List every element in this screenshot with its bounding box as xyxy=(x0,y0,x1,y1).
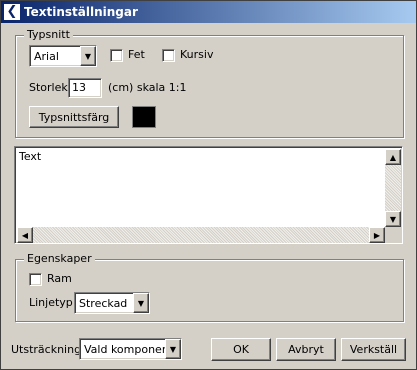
title-bar[interactable]: ❮ Textinställningar xyxy=(1,1,416,23)
chevron-down-icon[interactable]: ▼ xyxy=(80,46,96,66)
scrollbar-corner xyxy=(385,227,401,243)
text-area[interactable]: Text ▲ ▼ ◀ ▶ xyxy=(14,146,403,244)
size-input[interactable]: 13 xyxy=(68,78,102,98)
arrow-right-icon[interactable]: ▶ xyxy=(369,227,385,243)
line-type-select[interactable]: Streckad ▼ xyxy=(74,292,150,314)
text-area-content: Text xyxy=(19,150,42,163)
font-color-swatch[interactable] xyxy=(132,106,156,128)
arrow-left-icon[interactable]: ◀ xyxy=(17,227,33,243)
chevron-down-icon[interactable]: ▼ xyxy=(165,339,181,359)
font-select[interactable]: Arial ▼ xyxy=(29,45,97,67)
font-color-button[interactable]: Typsnittsfärg xyxy=(29,106,119,128)
bold-checkbox[interactable] xyxy=(110,49,123,62)
frame-label: Ram xyxy=(47,272,72,285)
italic-checkbox[interactable] xyxy=(162,49,175,62)
size-unit-label: (cm) skala 1:1 xyxy=(108,81,187,94)
line-type-label: Linjetyp xyxy=(29,296,73,309)
arrow-down-icon[interactable]: ▼ xyxy=(385,211,401,227)
window-title: Textinställningar xyxy=(24,5,138,19)
arrow-up-icon[interactable]: ▲ xyxy=(385,149,401,165)
text-settings-dialog: ❮ Textinställningar Typsnitt Arial ▼ Fet… xyxy=(0,0,417,370)
cancel-button[interactable]: Avbryt xyxy=(276,338,336,361)
font-select-value: Arial xyxy=(34,49,59,63)
bold-label: Fet xyxy=(128,48,145,61)
font-group: Typsnitt Arial ▼ Fet Kursiv Storlek 13 (… xyxy=(15,28,404,138)
horizontal-scrollbar[interactable]: ◀ ▶ xyxy=(17,227,385,243)
font-group-legend: Typsnitt xyxy=(24,28,73,42)
apply-button[interactable]: Verkställ xyxy=(341,338,406,361)
italic-label: Kursiv xyxy=(180,48,214,61)
extent-select-value: Vald komponent xyxy=(84,342,165,356)
extent-select[interactable]: Vald komponent ▼ xyxy=(79,338,182,360)
vertical-scrollbar[interactable]: ▲ ▼ xyxy=(385,149,401,227)
chevron-down-icon[interactable]: ▼ xyxy=(133,293,149,313)
back-arrow-icon[interactable]: ❮ xyxy=(4,4,20,20)
line-type-select-value: Streckad xyxy=(79,296,128,310)
frame-checkbox[interactable] xyxy=(29,273,42,286)
properties-group-legend: Egenskaper xyxy=(24,252,95,266)
properties-group: Egenskaper Ram Linjetyp Streckad ▼ xyxy=(15,252,404,322)
extent-label: Utsträckning xyxy=(11,343,82,356)
ok-button[interactable]: OK xyxy=(211,338,271,361)
size-label: Storlek xyxy=(29,81,68,94)
